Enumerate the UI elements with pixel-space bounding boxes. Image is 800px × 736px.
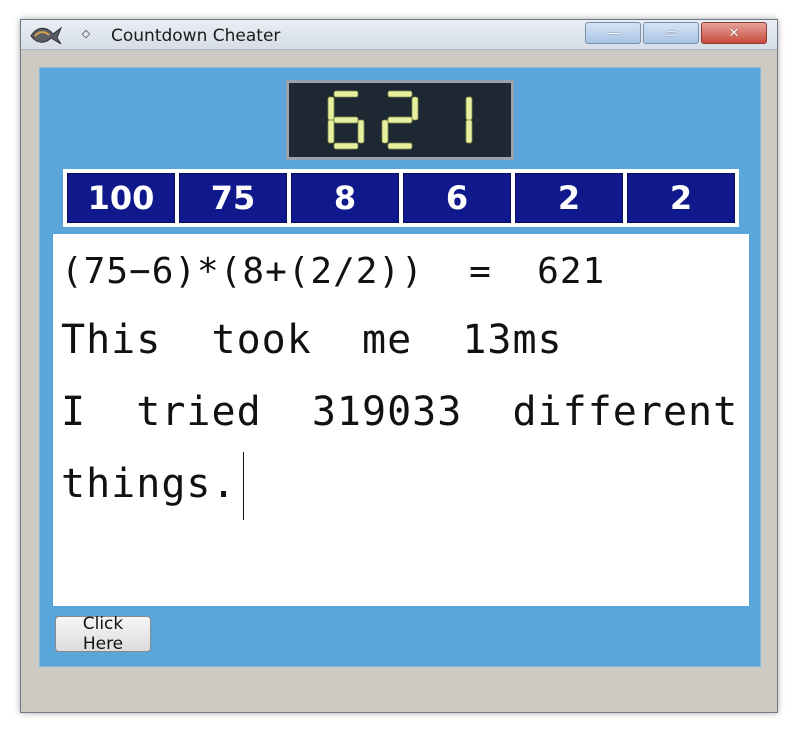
result-text-area[interactable]: (75−6)*(8+(2/2)) = 621 This took me 13ms…	[53, 234, 749, 606]
window-menu-icon[interactable]: ◇	[79, 27, 93, 41]
digit-1	[465, 96, 473, 144]
close-icon: ✕	[728, 25, 740, 41]
segment-g	[387, 116, 413, 124]
segment-a	[387, 90, 413, 98]
maximize-icon: ▭	[664, 25, 678, 41]
time-line: This took me 13ms	[61, 317, 563, 363]
segment-b	[411, 96, 419, 121]
solution-line: (75−6)*(8+(2/2)) = 621	[61, 251, 606, 292]
segment-b	[465, 96, 473, 121]
window-controls: — ▭ ✕	[583, 22, 767, 46]
title-bar[interactable]: ◇ Countdown Cheater — ▭ ✕	[21, 20, 777, 50]
main-panel: 100 75 8 6 2 2 (75−6)*(8+(2/2)) = 621 This to…	[39, 67, 761, 667]
target-number-display	[286, 80, 514, 160]
number-tile: 6	[403, 173, 511, 223]
digit-6	[327, 90, 365, 150]
number-tiles: 100 75 8 6 2 2	[63, 169, 739, 227]
text-caret	[242, 452, 244, 520]
close-button[interactable]: ✕	[701, 22, 767, 44]
segment-d	[333, 142, 359, 150]
digit-2	[381, 90, 419, 150]
click-here-button[interactable]: Click Here	[55, 614, 151, 654]
segment-g	[333, 116, 359, 124]
app-window: ◇ Countdown Cheater — ▭ ✕ 100 75 8 6 2 2 (75−…	[20, 19, 778, 713]
seven-segment-readout	[327, 90, 473, 150]
segment-f	[327, 96, 335, 121]
maximize-button[interactable]: ▭	[643, 22, 699, 44]
things-line: things.	[61, 448, 741, 520]
number-tile: 8	[291, 173, 399, 223]
app-icon[interactable]	[29, 24, 63, 46]
minimize-icon: —	[606, 25, 620, 41]
things-text: things.	[61, 461, 237, 507]
segment-a	[333, 90, 359, 98]
number-tile: 100	[67, 173, 175, 223]
number-tile: 75	[179, 173, 287, 223]
segment-d	[387, 142, 413, 150]
number-tile: 2	[627, 173, 735, 223]
segment-e	[381, 119, 389, 144]
attempts-line: I tried 319033 different	[61, 389, 739, 435]
minimize-button[interactable]: —	[585, 22, 641, 44]
number-tile: 2	[515, 173, 623, 223]
segment-c	[465, 119, 473, 144]
segment-e	[327, 119, 335, 144]
segment-c	[357, 119, 365, 144]
window-title: Countdown Cheater	[111, 26, 281, 46]
